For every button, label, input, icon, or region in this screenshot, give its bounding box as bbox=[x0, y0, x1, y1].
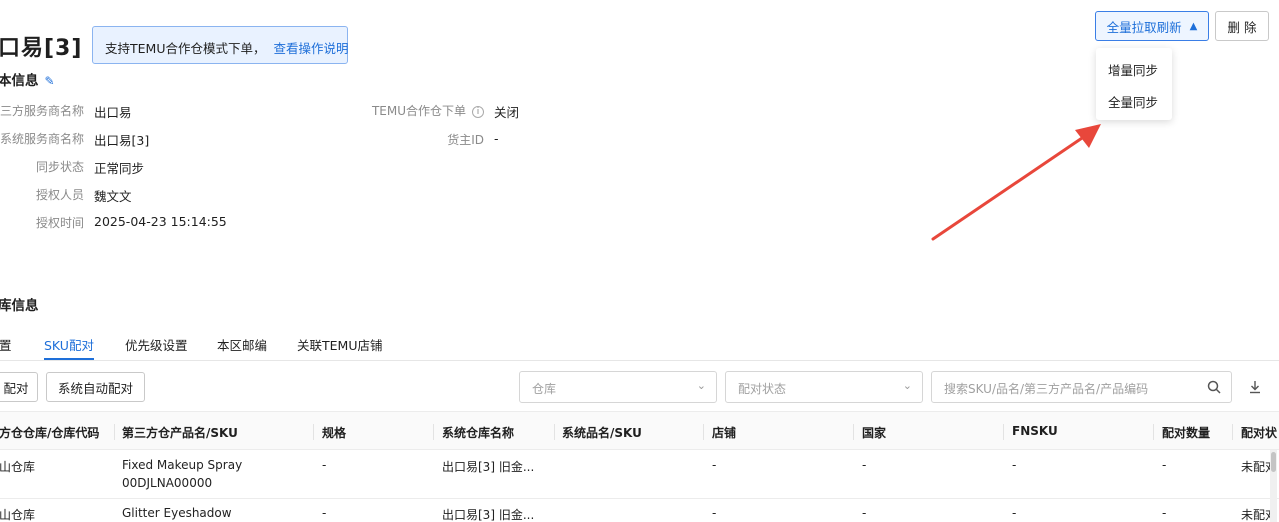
cell-product-name: Glitter Eyeshadow bbox=[122, 506, 232, 520]
field-label-third-party-provider: 三方服务商名称 bbox=[0, 104, 85, 118]
field-label-system-provider: 系统服务商名称 bbox=[0, 132, 85, 146]
download-icon[interactable] bbox=[1248, 380, 1262, 394]
cell-product-sku: 00DJLNA00000 bbox=[122, 476, 213, 490]
full-refresh-button[interactable]: 全量拉取刷新 ▲ bbox=[1095, 11, 1209, 41]
field-value-authorized-time: 2025-04-23 15:14:55 bbox=[94, 214, 227, 229]
cell-country: - bbox=[862, 458, 867, 472]
annotation-arrow bbox=[931, 124, 1101, 241]
notice-text: 支持TEMU合作仓模式下单， bbox=[105, 41, 266, 56]
cell-fnsku: - bbox=[1012, 458, 1017, 472]
tab-linked-temu-shops[interactable]: 关联TEMU店铺 bbox=[297, 335, 382, 354]
tab-sku-pairing[interactable]: SKU配对 bbox=[44, 335, 94, 354]
chevron-up-icon: ▲ bbox=[1189, 20, 1198, 32]
field-value-authorized-user: 魏文文 bbox=[94, 189, 132, 204]
column-header[interactable]: 系统品名/SKU bbox=[562, 424, 642, 441]
refresh-dropdown-menu: 增量同步 全量同步 bbox=[1096, 48, 1172, 120]
pair-status-select[interactable]: 配对状态 ⌄ bbox=[725, 371, 923, 403]
warehouse-info-section-title: 库信息 bbox=[0, 298, 39, 314]
table-header: 方仓仓库/仓库代码 第三方仓产品名/SKU 规格 系统仓库名称 系统品名/SKU… bbox=[0, 411, 1279, 450]
tab-local-postcode[interactable]: 本区邮编 bbox=[217, 335, 267, 354]
operation-guide-link[interactable]: 查看操作说明 bbox=[273, 41, 348, 56]
manual-pair-button[interactable]: 配对 bbox=[0, 372, 38, 402]
tab-bar: 置 SKU配对 优先级设置 本区邮编 关联TEMU店铺 bbox=[0, 325, 1279, 361]
delete-button[interactable]: 删 除 bbox=[1215, 11, 1269, 41]
table-row[interactable]: 山仓库 Fixed Makeup Spray 00DJLNA00000 - 出口… bbox=[0, 450, 1279, 499]
cell-qty: - bbox=[1162, 506, 1167, 520]
full-sync-option[interactable]: 全量同步 bbox=[1108, 92, 1158, 111]
field-value-third-party-provider: 出口易 bbox=[94, 105, 132, 120]
temu-notice-banner: 支持TEMU合作仓模式下单， 查看操作说明 bbox=[92, 26, 348, 64]
cell-qty: - bbox=[1162, 458, 1167, 472]
full-refresh-label: 全量拉取刷新 bbox=[1106, 19, 1182, 35]
tab-settings[interactable]: 置 bbox=[0, 335, 12, 354]
warehouse-select[interactable]: 仓库 ⌄ bbox=[519, 371, 717, 403]
search-input[interactable]: 搜索SKU/品名/第三方产品名/产品编码 bbox=[931, 371, 1232, 403]
field-value-sync-status: 正常同步 bbox=[94, 161, 145, 176]
field-value-owner-id: - bbox=[494, 131, 499, 146]
column-header[interactable]: 国家 bbox=[862, 424, 886, 441]
table-row[interactable]: 山仓库 Glitter Eyeshadow - 出口易[3] 旧金... - -… bbox=[0, 499, 1279, 522]
edit-icon[interactable]: ✎ bbox=[45, 74, 55, 88]
auto-pair-button[interactable]: 系统自动配对 bbox=[46, 372, 145, 402]
column-header[interactable]: 方仓仓库/仓库代码 bbox=[0, 424, 99, 441]
column-header[interactable]: 系统仓库名称 bbox=[442, 424, 514, 441]
cell-fnsku: - bbox=[1012, 506, 1017, 520]
active-tab-indicator bbox=[44, 358, 94, 360]
field-value-system-provider: 出口易[3] bbox=[94, 133, 150, 148]
info-icon[interactable]: i bbox=[472, 105, 484, 118]
chevron-down-icon: ⌄ bbox=[902, 379, 912, 392]
incremental-sync-option[interactable]: 增量同步 bbox=[1108, 60, 1158, 79]
tab-priority-settings[interactable]: 优先级设置 bbox=[125, 335, 188, 354]
cell-sys-warehouse: 出口易[3] 旧金... bbox=[442, 460, 535, 474]
page-title: 口易[3] bbox=[0, 36, 83, 61]
cell-spec: - bbox=[322, 458, 327, 472]
cell-warehouse: 山仓库 bbox=[0, 460, 36, 474]
cell-shop: - bbox=[712, 506, 717, 520]
column-header[interactable]: 配对状 bbox=[1241, 424, 1277, 441]
cell-country: - bbox=[862, 506, 867, 520]
chevron-down-icon: ⌄ bbox=[696, 379, 706, 392]
cell-spec: - bbox=[322, 506, 327, 520]
cell-sys-warehouse: 出口易[3] 旧金... bbox=[442, 508, 535, 522]
search-icon[interactable] bbox=[1207, 380, 1221, 394]
cell-product-name: Fixed Makeup Spray bbox=[122, 458, 243, 472]
field-label-temu-order: TEMU合作仓下单 i bbox=[340, 102, 484, 119]
column-header[interactable]: 配对数量 bbox=[1162, 424, 1210, 441]
scrollbar-thumb[interactable] bbox=[1271, 452, 1276, 472]
cell-warehouse: 山仓库 bbox=[0, 508, 36, 522]
field-value-temu-order: 关闭 bbox=[494, 105, 520, 120]
field-label-authorized-user: 授权人员 bbox=[35, 188, 84, 202]
column-header[interactable]: 店铺 bbox=[712, 424, 736, 441]
basic-info-section-title: 本信息 ✎ bbox=[0, 73, 55, 89]
field-label-authorized-time: 授权时间 bbox=[35, 216, 84, 230]
cell-shop: - bbox=[712, 458, 717, 472]
column-header[interactable]: 第三方仓产品名/SKU bbox=[122, 424, 238, 441]
field-label-sync-status: 同步状态 bbox=[35, 160, 84, 174]
column-header[interactable]: FNSKU bbox=[1012, 424, 1058, 438]
field-label-owner-id: 货主ID bbox=[447, 133, 484, 147]
column-header[interactable]: 规格 bbox=[322, 424, 346, 441]
